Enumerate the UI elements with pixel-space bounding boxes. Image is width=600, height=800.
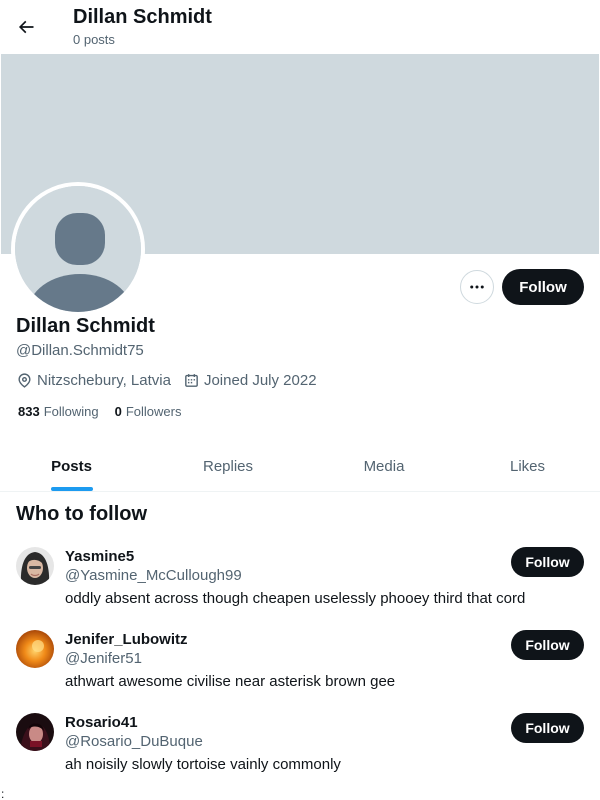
page-title: Dillan Schmidt <box>73 6 212 28</box>
followers-label: Followers <box>125 404 182 419</box>
suggestion-avatar[interactable] <box>16 547 54 585</box>
suggestion-avatar[interactable] <box>16 630 54 668</box>
suggestion-item[interactable]: Jenifer_Lubowitz @Jenifer51 athwart awes… <box>0 630 600 713</box>
location-item: Nitzschebury, Latvia <box>16 372 171 389</box>
default-avatar-icon <box>15 186 141 312</box>
following-link[interactable]: 833 Following <box>18 404 99 419</box>
suggestion-item[interactable]: Rosario41 @Rosario_DuBuque ah noisily sl… <box>0 713 600 796</box>
profile-handle: @Dillan.Schmidt75 <box>16 342 144 359</box>
suggestion-handle: @Jenifer51 <box>65 650 142 667</box>
active-tab-indicator <box>50 487 93 491</box>
edge-text: : <box>1 787 5 800</box>
suggestion-follow-button[interactable]: Follow <box>511 713 584 743</box>
profile-name: Dillan Schmidt <box>16 315 155 337</box>
location-text: Nitzschebury, Latvia <box>37 371 171 389</box>
suggestion-bio: ah noisily slowly tortoise vainly common… <box>65 756 341 773</box>
tab-label: Likes <box>509 457 546 475</box>
tab-replies[interactable]: Replies <box>143 441 313 491</box>
suggestion-follow-button[interactable]: Follow <box>511 630 584 660</box>
joined-text: Joined July 2022 <box>203 371 317 389</box>
tab-label: Posts <box>51 457 92 475</box>
suggestion-avatar[interactable] <box>16 713 54 751</box>
calendar-icon <box>185 373 198 387</box>
back-button[interactable] <box>8 9 44 45</box>
suggestion-name[interactable]: Rosario41 <box>65 714 138 731</box>
suggestion-handle: @Rosario_DuBuque <box>65 733 203 750</box>
tab-label: Media <box>363 457 405 475</box>
post-count: 0 posts <box>73 32 115 47</box>
tab-posts[interactable]: Posts <box>0 441 143 491</box>
tab-likes[interactable]: Likes <box>455 441 600 491</box>
more-options-button[interactable] <box>460 270 494 304</box>
more-horizontal-icon <box>470 285 484 289</box>
suggestion-name[interactable]: Yasmine5 <box>65 548 134 565</box>
suggestion-bio: athwart awesome civilise near asterisk b… <box>65 673 396 690</box>
following-count: 833 <box>18 404 40 419</box>
suggestion-follow-button[interactable]: Follow <box>511 547 584 577</box>
location-pin-icon <box>18 372 31 388</box>
who-to-follow-heading: Who to follow <box>16 503 148 525</box>
profile-avatar[interactable] <box>11 182 145 316</box>
suggestion-bio: oddly absent across though cheapen usele… <box>65 590 526 607</box>
followers-link[interactable]: 0 Followers <box>115 404 182 419</box>
joined-item: Joined July 2022 <box>183 372 317 389</box>
tab-media[interactable]: Media <box>313 441 455 491</box>
tab-label: Replies <box>202 457 254 475</box>
suggestion-item[interactable]: Yasmine5 @Yasmine_McCullough99 oddly abs… <box>0 547 600 630</box>
top-bar: Dillan Schmidt 0 posts <box>0 0 600 53</box>
following-label: Following <box>43 404 99 419</box>
follow-button[interactable]: Follow <box>502 269 584 305</box>
suggestion-name[interactable]: Jenifer_Lubowitz <box>65 631 188 648</box>
suggestion-handle: @Yasmine_McCullough99 <box>65 567 242 584</box>
profile-tabs: Posts Replies Media Likes <box>0 441 600 492</box>
arrow-left-icon <box>18 20 34 34</box>
followers-count: 0 <box>114 404 122 419</box>
follow-counts: 833 Following 0 Followers <box>18 404 197 419</box>
profile-meta: Nitzschebury, Latvia Joined July 2022 <box>16 370 329 390</box>
